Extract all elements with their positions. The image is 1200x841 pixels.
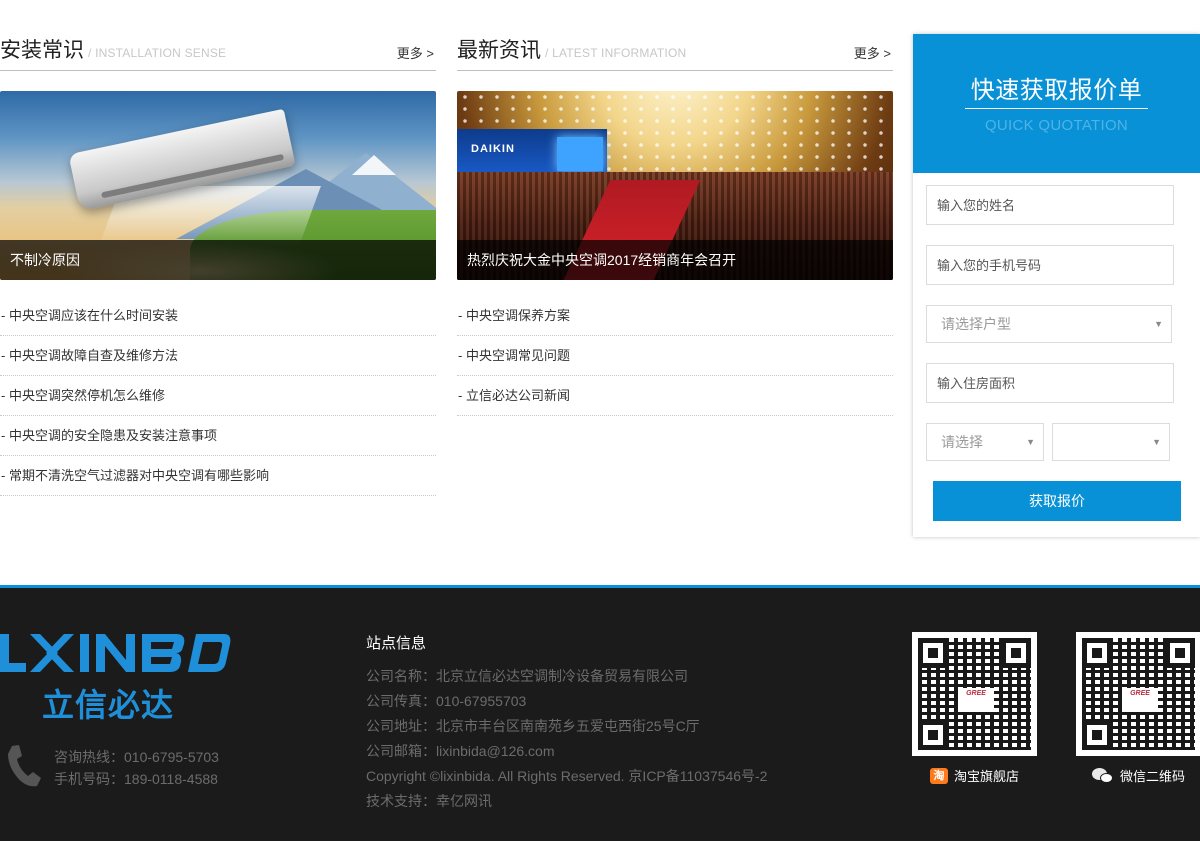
wechat-qr-block: GREE 微信二维码	[1076, 632, 1200, 785]
wechat-link[interactable]: 微信二维码	[1076, 766, 1200, 785]
installation-list: - 中央空调应该在什么时间安装 - 中央空调故障自查及维修方法 - 中央空调突然…	[0, 296, 436, 496]
tech-support[interactable]: 技术支持：幸亿网讯	[366, 789, 767, 814]
footer: 立信必达 咨询热线：010-6795-5703 手机号码：189-0118-45…	[0, 585, 1200, 841]
brand-logo-chinese: 立信必达	[42, 686, 175, 724]
news-subtitle: / LATEST INFORMATION	[545, 46, 687, 60]
installation-feature-card[interactable]: 不制冷原因	[0, 91, 436, 280]
company-address: 公司地址：北京市丰台区南南苑乡五爱屯西街25号C厅	[366, 718, 700, 734]
news-feature-caption[interactable]: 热烈庆祝大金中央空调2017经销商年会召开	[457, 240, 893, 280]
chevron-down-icon: ▼	[1154, 319, 1163, 329]
get-quote-button[interactable]: 获取报价	[933, 481, 1181, 521]
company-name: 公司名称：北京立信必达空调制冷设备贸易有限公司	[366, 668, 688, 684]
quick-quote-panel: 快速获取报价单 QUICK QUOTATION 请选择户型 ▼ 请选择 ▼ ▼ …	[913, 34, 1200, 537]
installation-section: 安装常识 / INSTALLATION SENSE 更多 > 不制冷原因 - 中央…	[0, 30, 436, 496]
list-item[interactable]: - 中央空调应该在什么时间安装	[0, 296, 436, 336]
news-header: 最新资讯 / LATEST INFORMATION 更多 >	[457, 30, 893, 71]
option-select-value: 请选择	[941, 434, 983, 450]
list-item[interactable]: - 立信必达公司新闻	[457, 376, 893, 416]
installation-title: 安装常识 / INSTALLATION SENSE	[0, 34, 226, 64]
taobao-qr-block: GREE 淘 淘宝旗舰店	[912, 632, 1037, 785]
wechat-label: 微信二维码	[1119, 769, 1185, 784]
quote-subtitle: QUICK QUOTATION	[984, 117, 1129, 134]
copyright-text: Copyright ©lixinbida. All Rights Reserve…	[366, 768, 768, 784]
stage-logo: DAIKIN	[471, 143, 515, 155]
house-type-select-value: 请选择户型	[941, 316, 1011, 332]
list-item[interactable]: - 中央空调的安全隐患及安装注意事项	[0, 416, 436, 456]
installation-more-link[interactable]: 更多 >	[397, 43, 434, 62]
taobao-label: 淘宝旗舰店	[953, 769, 1019, 784]
area-input[interactable]	[926, 363, 1174, 403]
mobile-text: 手机号码：189-0118-4588	[54, 771, 218, 787]
site-info-title: 站点信息	[366, 635, 427, 652]
hotline-text: 咨询热线：010-6795-5703	[54, 749, 219, 765]
quote-header: 快速获取报价单 QUICK QUOTATION	[913, 34, 1200, 173]
phone-icon	[6, 744, 42, 793]
news-feature-card[interactable]: DAIKIN 热烈庆祝大金中央空调2017经销商年会召开	[457, 91, 893, 280]
installation-header: 安装常识 / INSTALLATION SENSE 更多 >	[0, 30, 436, 71]
news-section: 最新资讯 / LATEST INFORMATION 更多 > DAIKIN 热烈庆…	[457, 30, 893, 416]
taobao-link[interactable]: 淘 淘宝旗舰店	[912, 766, 1037, 785]
installation-feature-caption[interactable]: 不制冷原因	[0, 240, 436, 280]
phone-input[interactable]	[926, 245, 1174, 285]
gree-logo: GREE	[958, 688, 994, 712]
option-select-2[interactable]: ▼	[1052, 423, 1170, 461]
wechat-qr-code[interactable]: GREE	[1076, 632, 1200, 756]
chevron-down-icon: ▼	[1026, 437, 1035, 447]
company-email[interactable]: 公司邮箱：lixinbida@126.com	[366, 739, 767, 764]
chevron-down-icon: ▼	[1152, 437, 1161, 447]
list-item[interactable]: - 中央空调突然停机怎么维修	[0, 376, 436, 416]
list-item[interactable]: - 常期不清洗空气过滤器对中央空调有哪些影响	[0, 456, 436, 496]
news-list: - 中央空调保养方案 - 中央空调常见问题 - 立信必达公司新闻	[457, 296, 893, 416]
company-fax: 公司传真：010-67955703	[366, 693, 527, 709]
contact-info: 咨询热线：010-6795-5703 手机号码：189-0118-4588	[54, 746, 219, 790]
list-item[interactable]: - 中央空调保养方案	[457, 296, 893, 336]
news-title: 最新资讯 / LATEST INFORMATION	[457, 34, 686, 64]
brand-logo[interactable]	[0, 632, 232, 681]
logo-wordmark-graphic	[0, 634, 231, 672]
site-info: 公司名称：北京立信必达空调制冷设备贸易有限公司 公司传真：010-6795570…	[366, 664, 767, 814]
installation-subtitle: / INSTALLATION SENSE	[88, 46, 227, 60]
news-title-text: 最新资讯	[457, 39, 541, 62]
news-more-link[interactable]: 更多 >	[854, 43, 891, 62]
installation-title-text: 安装常识	[0, 39, 84, 62]
option-select[interactable]: 请选择 ▼	[926, 423, 1044, 461]
house-type-select[interactable]: 请选择户型 ▼	[926, 305, 1172, 343]
taobao-qr-code[interactable]: GREE	[912, 632, 1037, 756]
taobao-icon: 淘	[929, 767, 948, 784]
gree-logo: GREE	[1122, 688, 1158, 712]
quote-title: 快速获取报价单	[964, 70, 1149, 109]
list-item[interactable]: - 中央空调常见问题	[457, 336, 893, 376]
list-item[interactable]: - 中央空调故障自查及维修方法	[0, 336, 436, 376]
wechat-icon	[1091, 767, 1114, 784]
name-input[interactable]	[926, 185, 1174, 225]
